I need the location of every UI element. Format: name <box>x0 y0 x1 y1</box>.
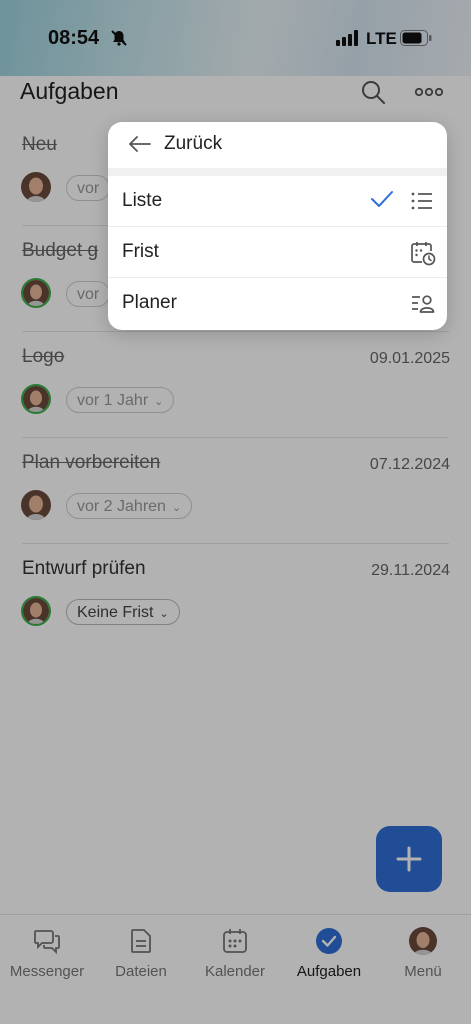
menu-item-frist[interactable]: Frist <box>108 227 447 278</box>
view-mode-menu: Zurück Liste Frist Planer <box>108 122 447 330</box>
arrow-left-icon <box>128 134 152 159</box>
menu-item-planer[interactable]: Planer <box>108 278 447 329</box>
back-label: Zurück <box>164 133 223 154</box>
checkmark-icon <box>370 189 394 214</box>
menu-item-label: Liste <box>122 190 163 211</box>
calendar-clock-icon <box>410 240 436 271</box>
list-icon <box>410 189 434 218</box>
planner-person-icon <box>410 291 436 322</box>
menu-item-label: Frist <box>122 241 159 262</box>
menu-item-label: Planer <box>122 292 177 313</box>
menu-item-liste[interactable]: Liste <box>108 176 447 227</box>
back-button[interactable]: Zurück <box>108 122 447 168</box>
divider <box>108 168 447 176</box>
